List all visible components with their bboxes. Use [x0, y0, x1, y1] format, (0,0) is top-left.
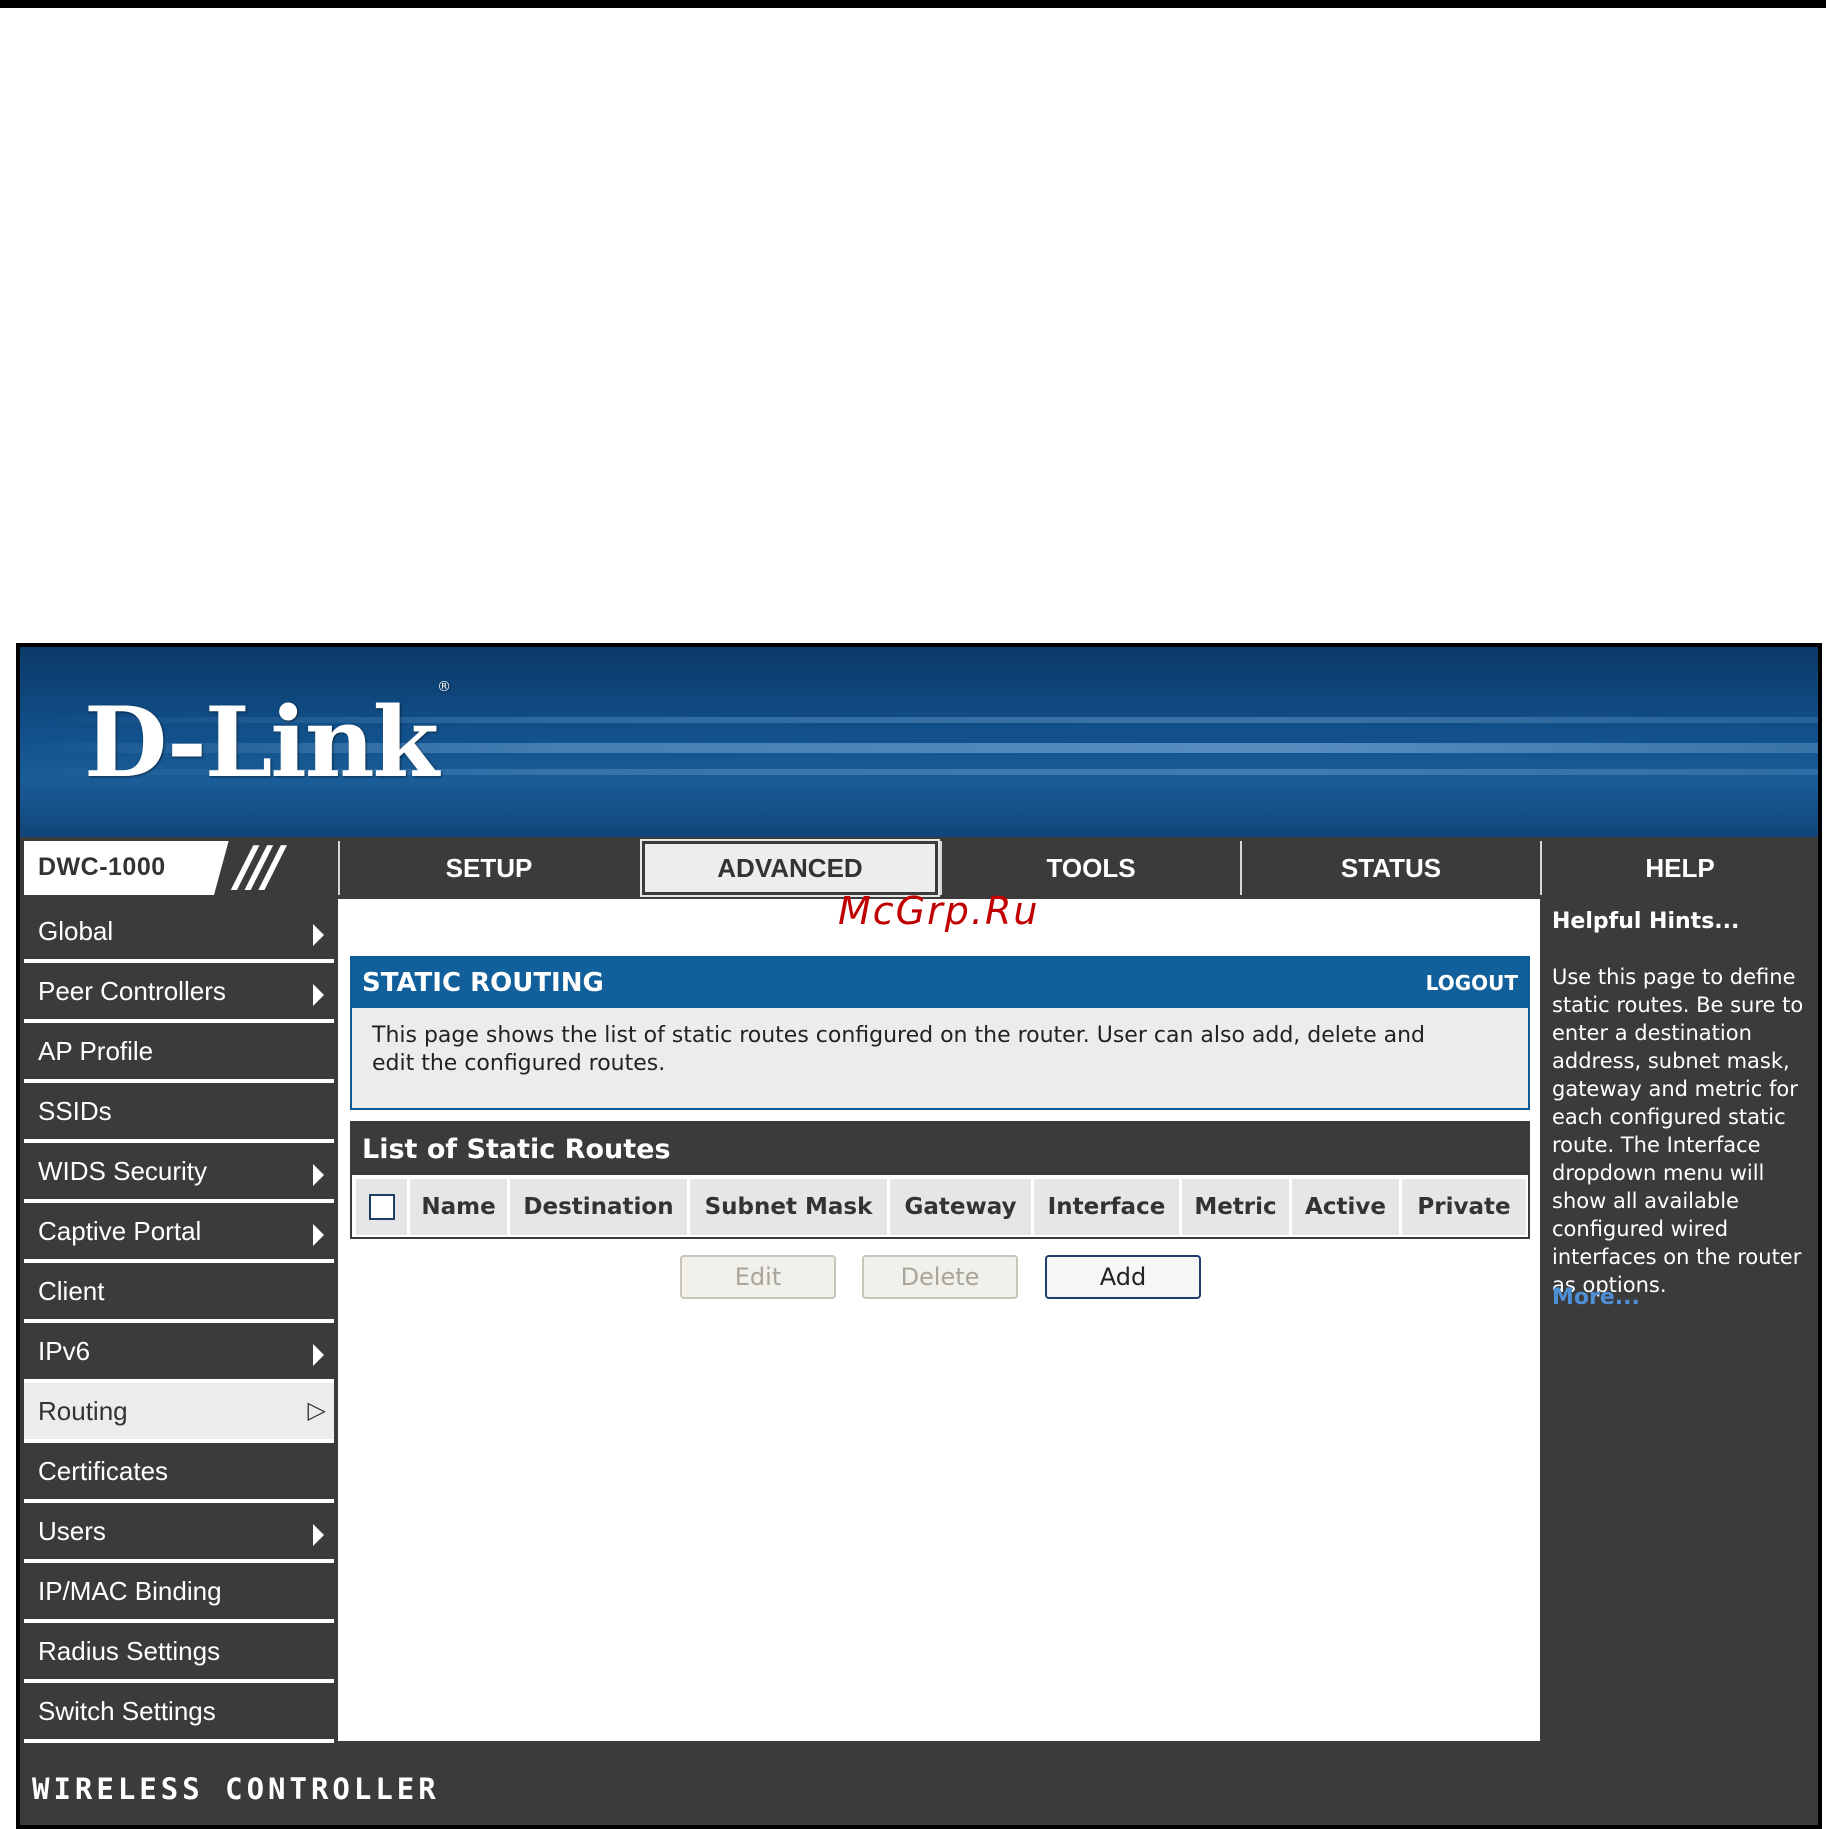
submenu-arrow-icon [313, 924, 324, 946]
delete-button[interactable]: Delete [862, 1255, 1018, 1299]
tab-tools[interactable]: TOOLS [940, 841, 1240, 895]
column-header-interface: Interface [1034, 1179, 1182, 1235]
tab-label: HELP [1645, 852, 1715, 883]
sidebar-item-users[interactable]: Users [24, 1503, 334, 1563]
table-title: List of Static Routes [352, 1123, 1528, 1175]
registered-mark: ® [437, 679, 451, 695]
column-header-active: Active [1292, 1179, 1402, 1235]
sidebar-item-client[interactable]: Client [24, 1263, 334, 1323]
tab-advanced[interactable]: ADVANCED [640, 839, 940, 897]
help-title: Helpful Hints... [1552, 909, 1740, 934]
footer-product-name: WIRELESS CONTROLLER [20, 1749, 1818, 1825]
add-button[interactable]: Add [1045, 1255, 1201, 1299]
help-more-link[interactable]: More... [1552, 1285, 1640, 1310]
sidebar-item-switch-settings[interactable]: Switch Settings [24, 1683, 334, 1743]
watermark: McGrp.Ru [838, 889, 1040, 933]
column-header-destination: Destination [510, 1179, 690, 1235]
help-text: Use this page to define static routes. B… [1552, 965, 1804, 1297]
help-panel: Helpful Hints... Use this page to define… [1540, 899, 1818, 1741]
sidebar-item-routing[interactable]: Routing ▷ [24, 1383, 334, 1443]
tab-setup[interactable]: SETUP [338, 841, 638, 895]
sidebar-item-label: IP/MAC Binding [38, 1575, 222, 1606]
sidebar-item-label: Radius Settings [38, 1635, 221, 1666]
sidebar-item-certificates[interactable]: Certificates [24, 1443, 334, 1503]
sidebar-item-label: Users [38, 1515, 106, 1546]
model-label: DWC-1000 [38, 853, 166, 881]
sidebar-item-label: Captive Portal [38, 1215, 202, 1246]
sidebar-item-label: Switch Settings [38, 1695, 216, 1726]
sidebar-item-label: AP Profile [38, 1035, 154, 1066]
static-routes-table: List of Static Routes Name Destination S… [350, 1121, 1530, 1239]
main-content: McGrp.Ru STATIC ROUTING LOGOUT This page… [338, 889, 1540, 1741]
static-routing-header: STATIC ROUTING LOGOUT [352, 958, 1528, 1008]
brand-banner: D-Link® [20, 647, 1818, 837]
tab-label: ADVANCED [717, 852, 863, 883]
tab-help[interactable]: HELP [1540, 841, 1818, 895]
slash-glyph: /// [236, 835, 283, 898]
app-window: D-Link® DWC-1000 /// SETUP ADVANCED TOOL… [16, 643, 1822, 1829]
sidebar-item-wids-security[interactable]: WIDS Security [24, 1143, 334, 1203]
column-header-name: Name [410, 1179, 510, 1235]
sidebar-item-label: Peer Controllers [38, 975, 226, 1006]
column-header-gateway: Gateway [890, 1179, 1034, 1235]
sidebar-item-label: WIDS Security [38, 1155, 208, 1186]
submenu-arrow-icon [313, 1224, 324, 1246]
sidebar: Global Peer Controllers AP Profile SSIDs… [20, 899, 338, 1743]
sidebar-item-label: Certificates [38, 1455, 169, 1486]
sidebar-item-peer-controllers[interactable]: Peer Controllers [24, 963, 334, 1023]
select-all-checkbox[interactable] [368, 1194, 395, 1220]
select-all-cell [356, 1179, 410, 1235]
submenu-arrow-icon [313, 1344, 324, 1366]
static-routing-panel: STATIC ROUTING LOGOUT This page shows th… [350, 956, 1530, 1110]
sidebar-item-label: Routing [38, 1395, 128, 1426]
page-title: STATIC ROUTING [362, 968, 604, 998]
table-header-row: Name Destination Subnet Mask Gateway Int… [352, 1175, 1528, 1235]
sidebar-item-ssids[interactable]: SSIDs [24, 1083, 334, 1143]
tab-label: TOOLS [1046, 852, 1136, 883]
tab-label: SETUP [445, 852, 533, 883]
sidebar-item-captive-portal[interactable]: Captive Portal [24, 1203, 334, 1263]
edit-button[interactable]: Edit [680, 1255, 836, 1299]
column-header-metric: Metric [1182, 1179, 1292, 1235]
model-box: DWC-1000 /// [24, 841, 336, 895]
page-description: This page shows the list of static route… [372, 1023, 1425, 1076]
top-border [0, 0, 1826, 8]
sidebar-item-label: IPv6 [38, 1335, 91, 1366]
model-separator: /// [214, 841, 336, 895]
sidebar-item-label: Client [38, 1275, 105, 1306]
sidebar-item-ipv6[interactable]: IPv6 [24, 1323, 334, 1383]
dlink-logo: D-Link® [84, 680, 451, 791]
sidebar-item-radius-settings[interactable]: Radius Settings [24, 1623, 334, 1683]
sidebar-item-global[interactable]: Global [24, 903, 334, 963]
sidebar-item-ip-mac-binding[interactable]: IP/MAC Binding [24, 1563, 334, 1623]
sidebar-item-ap-profile[interactable]: AP Profile [24, 1023, 334, 1083]
sidebar-item-label: Global [38, 915, 114, 946]
logout-link[interactable]: LOGOUT [1426, 971, 1518, 995]
column-header-subnet-mask: Subnet Mask [690, 1179, 890, 1235]
submenu-arrow-outline-icon: ▷ [307, 1397, 326, 1424]
submenu-arrow-icon [313, 1164, 324, 1186]
tab-label: STATUS [1340, 852, 1442, 883]
logo-text: D-Link [84, 686, 439, 799]
sidebar-item-label: SSIDs [38, 1095, 112, 1126]
column-header-private: Private [1402, 1179, 1526, 1235]
submenu-arrow-icon [313, 984, 324, 1006]
tab-status[interactable]: STATUS [1240, 841, 1540, 895]
submenu-arrow-icon [313, 1524, 324, 1546]
